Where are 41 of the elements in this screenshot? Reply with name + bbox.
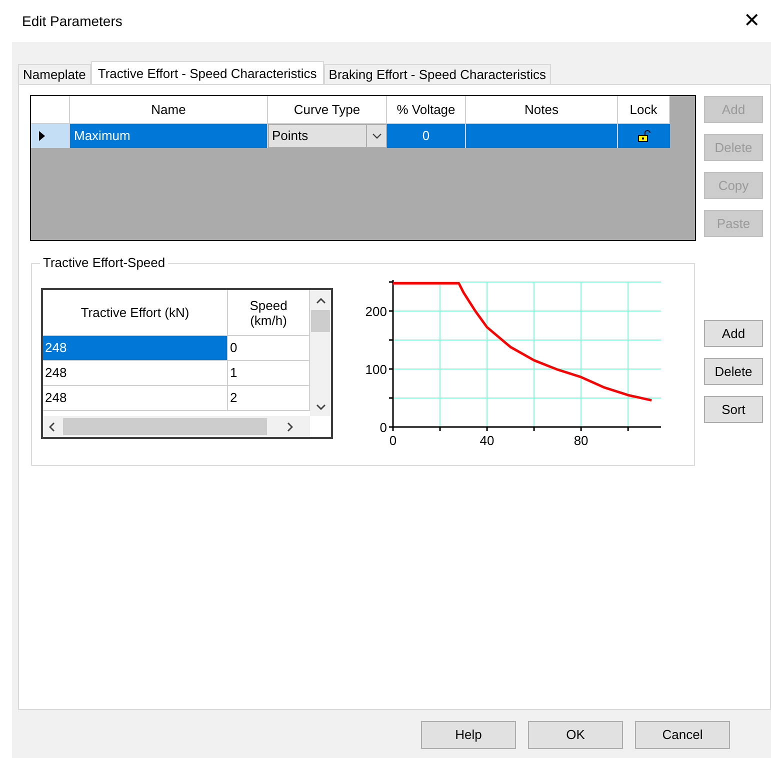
column-header[interactable]: Name	[70, 96, 268, 124]
column-header[interactable]: Lock	[618, 96, 670, 124]
scroll-down-icon[interactable]	[316, 404, 326, 410]
scroll-up-icon[interactable]	[316, 298, 326, 304]
scroll-thumb[interactable]	[311, 310, 330, 332]
close-button[interactable]: ✕	[737, 6, 767, 36]
scroll-left-icon[interactable]	[49, 422, 55, 432]
tab[interactable]: Braking Effort - Speed Characteristics	[324, 64, 552, 84]
tab[interactable]: Tractive Effort - Speed Characteristics	[90, 61, 324, 85]
button[interactable]: OK	[528, 721, 623, 749]
dropdown[interactable]: Points	[268, 124, 387, 148]
column-header[interactable]: % Voltage	[387, 96, 466, 124]
axis-label: 200	[365, 304, 387, 319]
axis-label: 40	[480, 433, 494, 448]
column-header[interactable]: Notes	[466, 96, 618, 124]
axis-label: 100	[365, 362, 387, 377]
button[interactable]: Delete	[704, 358, 763, 385]
tab[interactable]: Nameplate	[18, 64, 91, 84]
scroll-right-icon[interactable]	[287, 422, 293, 432]
button[interactable]: Help	[421, 721, 516, 749]
table-cell: 248	[43, 386, 228, 410]
table-cell: 248	[43, 336, 228, 360]
table-cell: 0	[387, 124, 466, 148]
axis-label: 0	[380, 420, 387, 435]
current-row-icon	[39, 131, 45, 141]
header-cell	[31, 96, 70, 124]
scroll-thumb[interactable]	[63, 418, 267, 435]
button[interactable]: Sort	[704, 396, 763, 423]
row-header[interactable]	[31, 124, 70, 148]
window-title: Edit Parameters	[22, 12, 122, 30]
horizontal-scrollbar[interactable]	[43, 416, 310, 437]
button[interactable]: Add	[704, 320, 763, 347]
open-padlock-icon[interactable]	[637, 130, 651, 142]
table-cell: 248	[43, 361, 228, 385]
axis-label: 80	[574, 433, 588, 448]
table-cell: Maximum	[70, 124, 268, 148]
button[interactable]: Cancel	[635, 721, 730, 749]
vertical-scrollbar[interactable]	[310, 290, 331, 416]
column-header[interactable]: Curve Type	[268, 96, 387, 124]
axis-label: 0	[389, 433, 397, 448]
dropdown-value: Points	[271, 127, 308, 146]
